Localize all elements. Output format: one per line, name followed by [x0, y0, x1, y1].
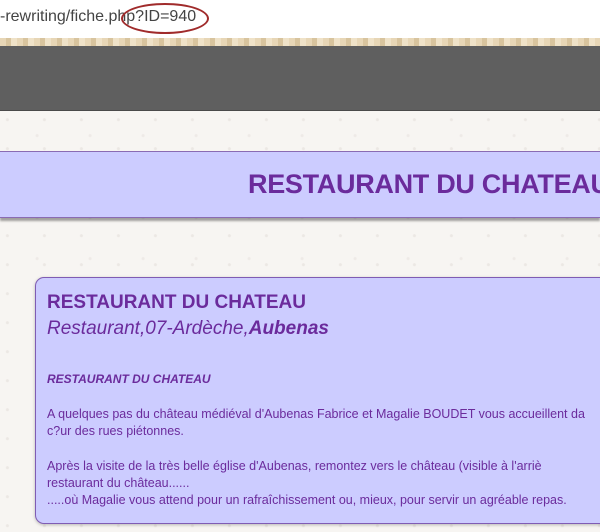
id-highlight-circle — [121, 3, 209, 34]
description-heading: RESTAURANT DU CHATEAU — [47, 372, 211, 386]
description-line: Après la visite de la très belle église … — [47, 459, 542, 473]
description-line: c?ur des rues piétonnes. — [47, 424, 184, 438]
restaurant-card: RESTAURANT DU CHATEAU Restaurant,07-Ardè… — [35, 277, 600, 524]
description-line: restaurant du château...... — [47, 476, 190, 490]
category-location-text: Restaurant,07-Ardèche, — [47, 318, 249, 339]
address-bar[interactable]: -rewriting/fiche.php?ID=940 — [0, 0, 600, 39]
site-header-bar — [0, 46, 600, 111]
page-title: RESTAURANT DU CHATEAU — [248, 169, 600, 199]
title-banner: RESTAURANT DU CHATEAU — [0, 151, 600, 218]
restaurant-name: RESTAURANT DU CHATEAU — [47, 292, 306, 313]
description-line: .....où Magalie vous attend pour un rafr… — [47, 493, 567, 507]
city-name: Aubenas — [248, 318, 329, 339]
restaurant-category-location: Restaurant,07-Ardèche,Aubenas — [47, 318, 329, 340]
decorative-strip — [0, 38, 600, 46]
description-line: A quelques pas du château médiéval d'Aub… — [47, 407, 585, 421]
